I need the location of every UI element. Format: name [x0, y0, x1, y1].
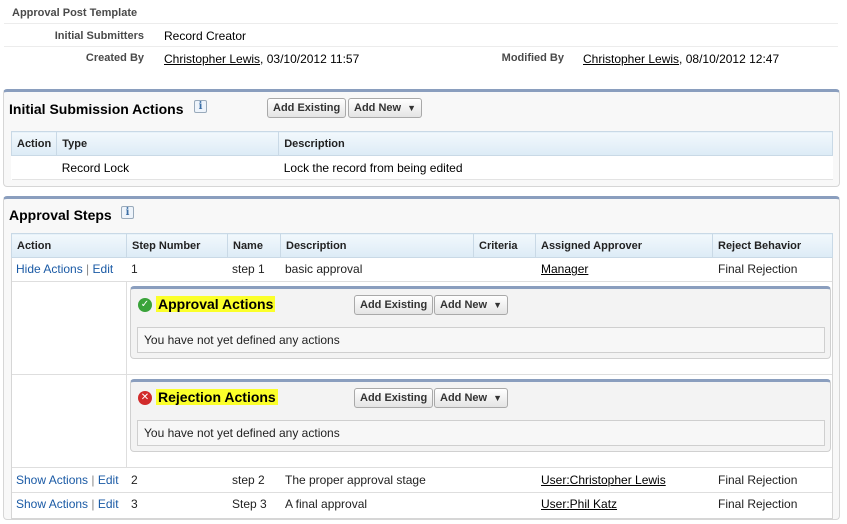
table-row: Show Actions | Edit 2 step 2 The proper … [11, 468, 833, 492]
initial-submission-table: Action Type Description Record Lock Lock… [10, 131, 833, 180]
show-actions-link[interactable]: Show Actions [16, 497, 88, 511]
table-header-row: Action Type Description [10, 131, 833, 156]
step-number: 3 [131, 497, 138, 511]
step-number: 2 [131, 473, 138, 487]
modified-by-value: Christopher Lewis, 08/10/2012 12:47 [583, 52, 779, 66]
step-number: 1 [131, 262, 138, 276]
separator: | [91, 473, 95, 487]
approval-actions-title: Approval Actions [156, 296, 276, 312]
initial-submission-title: Initial Submission Actions [9, 101, 184, 117]
column-header: Action [11, 233, 127, 258]
show-actions-link[interactable]: Show Actions [16, 473, 88, 487]
approval-actions-panel: ✓ Approval Actions Add Existing Add New ▼… [130, 286, 831, 359]
add-existing-button[interactable]: Add Existing [354, 295, 434, 315]
detail-row-created: Created By Christopher Lewis, 03/10/2012… [4, 47, 838, 73]
caret-down-icon: ▼ [493, 300, 502, 310]
add-new-button[interactable]: Add New ▼ [348, 98, 422, 118]
detail-row-submitters: Initial Submitters Record Creator [4, 25, 838, 47]
column-header: Step Number [126, 233, 228, 258]
add-existing-button[interactable]: Add Existing [267, 98, 347, 118]
created-by-date: , 03/10/2012 11:57 [260, 52, 360, 66]
template-name: Approval Post Template [12, 7, 138, 19]
check-circle-icon: ✓ [138, 298, 152, 312]
table-header-row: Action Step Number Name Description Crit… [11, 233, 833, 258]
created-by-user-link[interactable]: Christopher Lewis [164, 52, 260, 66]
modified-by-label: Modified By [501, 52, 564, 64]
table-row: Record Lock Lock the record from being e… [11, 155, 833, 180]
caret-down-icon: ▼ [407, 103, 416, 113]
empty-actions-message: You have not yet defined any actions [137, 420, 825, 446]
caret-down-icon: ▼ [493, 393, 502, 403]
step-name: Step 3 [232, 497, 267, 511]
reject-behavior: Final Rejection [718, 262, 798, 276]
type-cell: Record Lock [56, 155, 279, 180]
separator: | [86, 262, 90, 276]
initial-submitters-label: Initial Submitters [54, 30, 144, 42]
approver-link[interactable]: User:Christopher Lewis [541, 473, 666, 487]
add-new-button[interactable]: Add New ▼ [434, 388, 508, 408]
step-description: A final approval [285, 497, 368, 511]
column-header: Description [280, 233, 474, 258]
add-new-label: Add New [354, 102, 402, 114]
column-header: Description [278, 131, 833, 156]
reject-behavior: Final Rejection [718, 497, 798, 511]
add-new-label: Add New [440, 392, 488, 404]
created-by-label: Created By [85, 52, 144, 64]
approval-steps-section: Approval Steps i Action Step Number Name… [3, 196, 840, 520]
row-divider [12, 281, 832, 282]
edit-link[interactable]: Edit [98, 473, 119, 487]
add-existing-button[interactable]: Add Existing [354, 388, 434, 408]
hide-actions-link[interactable]: Hide Actions [16, 262, 83, 276]
step-name: step 1 [232, 262, 265, 276]
step-actions: Hide Actions | Edit [16, 262, 113, 276]
add-new-label: Add New [440, 299, 488, 311]
row-divider [12, 374, 832, 375]
initial-submission-section: Initial Submission Actions i Add Existin… [3, 89, 840, 187]
info-icon[interactable]: i [121, 206, 134, 219]
separator: | [91, 497, 95, 511]
edit-link[interactable]: Edit [98, 497, 119, 511]
step-description: The proper approval stage [285, 473, 426, 487]
step-actions: Show Actions | Edit [16, 473, 119, 487]
edit-link[interactable]: Edit [93, 262, 114, 276]
step-description: basic approval [285, 262, 363, 276]
table-row: Hide Actions | Edit 1 step 1 basic appro… [11, 257, 833, 281]
column-header: Action [10, 131, 58, 156]
column-header: Name [227, 233, 281, 258]
column-header: Criteria [473, 233, 536, 258]
column-header: Reject Behavior [712, 233, 833, 258]
column-header: Assigned Approver [535, 233, 713, 258]
action-cell [11, 155, 57, 180]
approver-link[interactable]: User:Phil Katz [541, 497, 617, 511]
step-actions: Show Actions | Edit [16, 497, 119, 511]
table-row: Show Actions | Edit 3 Step 3 A final app… [11, 492, 833, 516]
created-by-value: Christopher Lewis, 03/10/2012 11:57 [164, 52, 359, 66]
initial-submitters-value: Record Creator [164, 29, 247, 43]
add-new-button[interactable]: Add New ▼ [434, 295, 508, 315]
description-cell: Lock the record from being edited [278, 155, 833, 180]
empty-actions-message: You have not yet defined any actions [137, 327, 825, 353]
modified-by-date: , 08/10/2012 12:47 [679, 52, 780, 66]
approver-link[interactable]: Manager [541, 262, 588, 276]
info-icon[interactable]: i [194, 100, 207, 113]
modified-by-user-link[interactable]: Christopher Lewis [583, 52, 679, 66]
step-name: step 2 [232, 473, 265, 487]
x-circle-icon: ✕ [138, 391, 152, 405]
column-header: Type [56, 131, 280, 156]
detail-row-template: Approval Post Template [4, 2, 838, 24]
approval-steps-title: Approval Steps [9, 207, 112, 223]
rejection-actions-title: Rejection Actions [156, 389, 278, 405]
rejection-actions-panel: ✕ Rejection Actions Add Existing Add New… [130, 379, 831, 452]
reject-behavior: Final Rejection [718, 473, 798, 487]
